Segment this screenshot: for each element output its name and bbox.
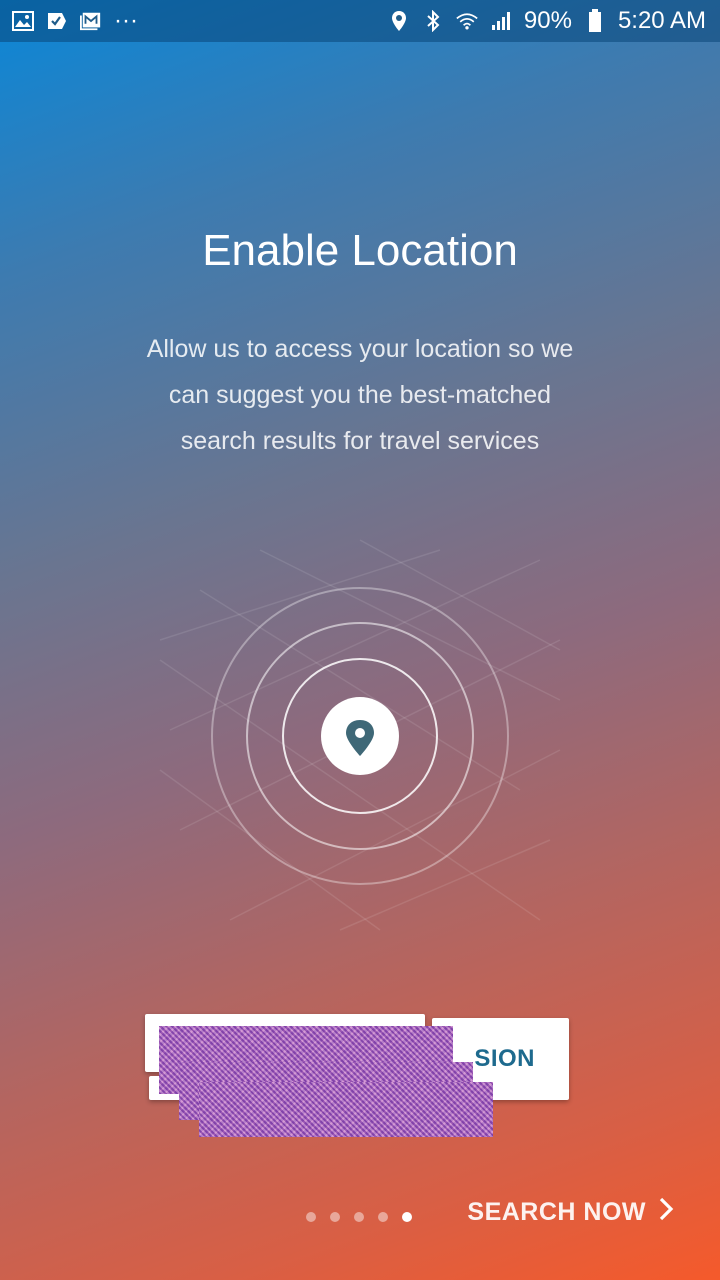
permission-buttons: SION xyxy=(145,1014,575,1139)
clock: 5:20 AM xyxy=(617,7,706,34)
signal-icon xyxy=(490,10,512,32)
chevron-right-icon xyxy=(658,1196,674,1229)
status-bar-system: 90% 5:20 AM xyxy=(388,7,706,35)
wifi-icon xyxy=(456,10,478,32)
battery-percent: 90% xyxy=(523,7,572,34)
location-icon xyxy=(388,10,410,32)
page-description: Allow us to access your location so we c… xyxy=(110,326,610,464)
gallery-icon xyxy=(12,10,34,32)
description-line-2: can suggest you the best-matched xyxy=(168,381,552,409)
page-dot xyxy=(378,1212,388,1222)
obscured-region xyxy=(199,1082,493,1137)
description-line-1: Allow us to access your location so we xyxy=(146,335,574,363)
description-line-3: search results for travel services xyxy=(180,427,540,455)
task-check-icon xyxy=(46,10,68,32)
status-bar-notifications: ··· xyxy=(12,7,138,35)
page-indicator xyxy=(306,1212,412,1222)
page-dot xyxy=(306,1212,316,1222)
page-dot xyxy=(330,1212,340,1222)
search-now-label: SEARCH NOW xyxy=(467,1198,646,1226)
page-dot-active xyxy=(402,1212,412,1222)
page-dot xyxy=(354,1212,364,1222)
location-radar-illustration xyxy=(140,530,580,950)
bluetooth-icon xyxy=(422,10,444,32)
battery-icon xyxy=(584,9,606,32)
grant-permission-label: SION xyxy=(474,1045,535,1072)
search-now-button[interactable]: SEARCH NOW xyxy=(467,1196,674,1229)
more-dots-icon: ··· xyxy=(114,7,138,34)
status-bar: ··· 90% 5:20 AM xyxy=(0,0,720,42)
page-title: Enable Location xyxy=(202,226,518,275)
mail-icon xyxy=(80,10,102,32)
